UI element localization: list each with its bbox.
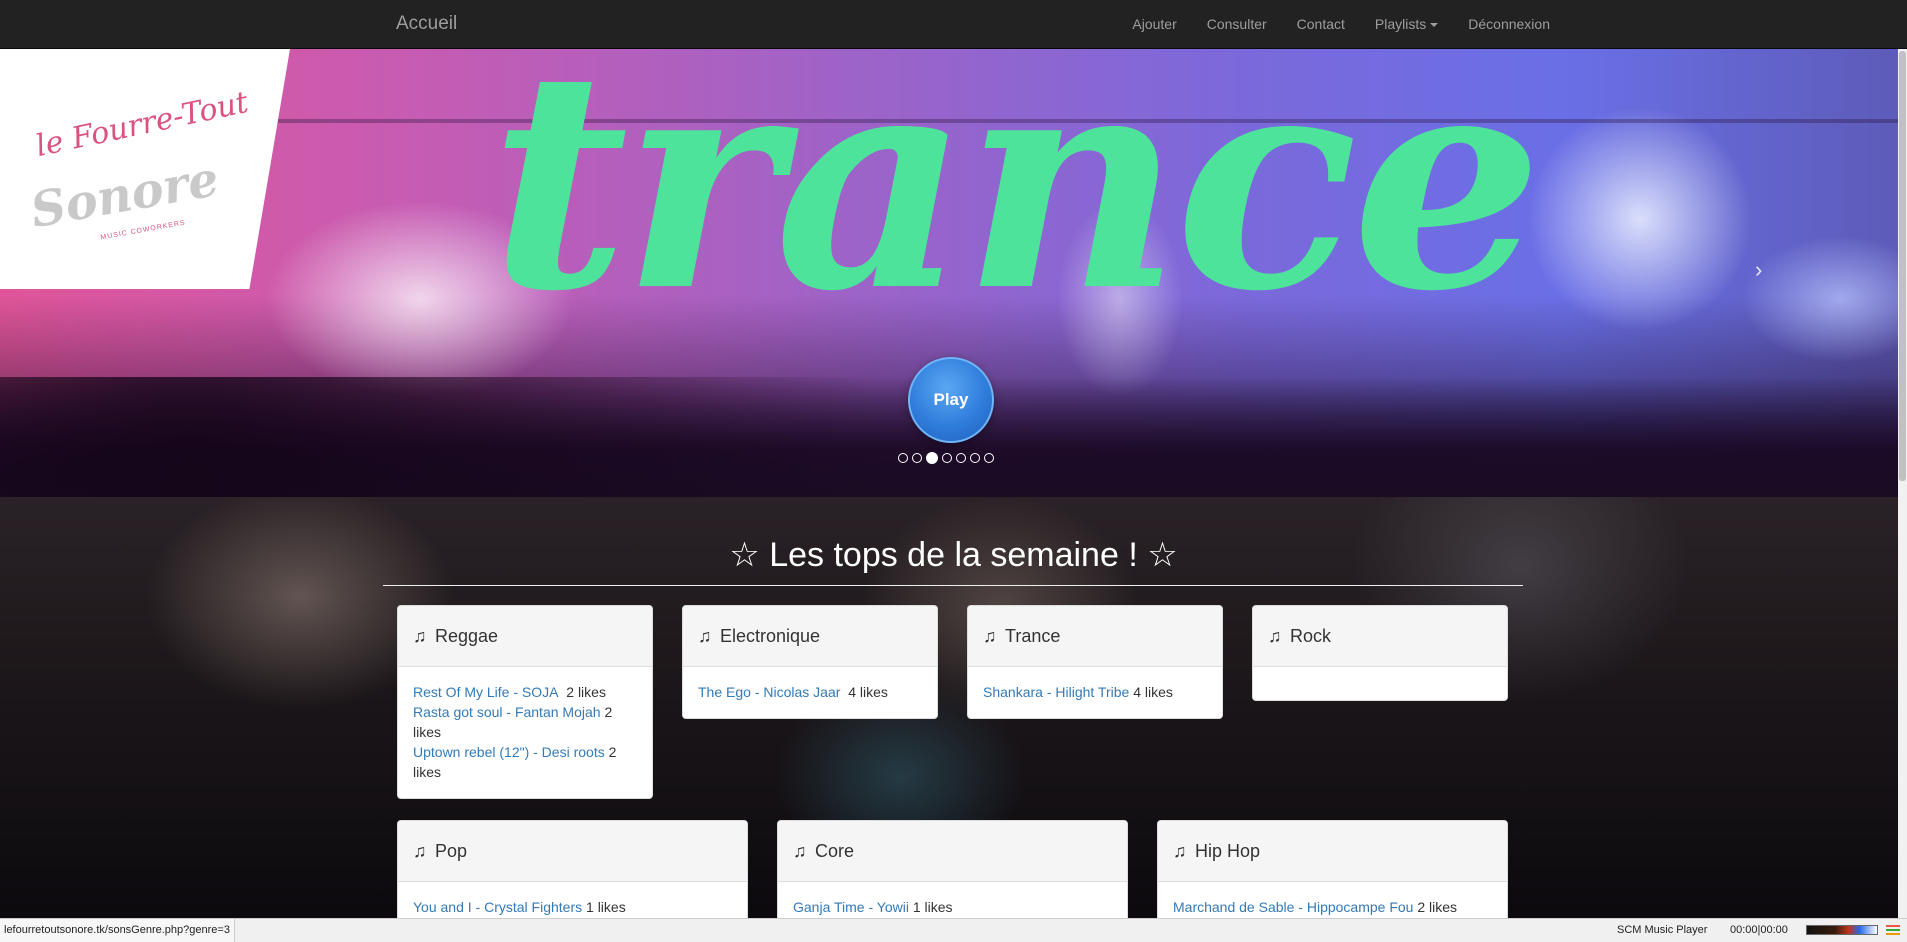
song-link[interactable]: Uptown rebel (12") - Desi roots [413, 744, 605, 760]
list-item: Shankara - Hilight Tribe 4 likes [983, 682, 1207, 702]
list-item: Uptown rebel (12") - Desi roots 2 likes [413, 742, 637, 782]
panel-body: Ganja Time - Yowii 1 likes [778, 882, 1127, 918]
top-navbar: Accueil Ajouter Consulter Contact Playli… [0, 0, 1907, 49]
like-count: 4 likes [848, 684, 888, 700]
list-item: The Ego - Nicolas Jaar 4 likes [698, 682, 922, 702]
panel-heading: ♫ Rock [1253, 606, 1507, 667]
panel-heading: ♫ Electronique [683, 606, 937, 667]
genre-name: Reggae [435, 626, 499, 646]
genre-panel-core: ♫ Core Ganja Time - Yowii 1 likes [777, 820, 1128, 918]
genre-name: Pop [435, 841, 468, 861]
caret-down-icon [1430, 23, 1439, 28]
genre-name: Core [815, 841, 855, 861]
list-item: You and I - Crystal Fighters 1 likes [413, 897, 732, 917]
genre-name: Electronique [720, 626, 821, 646]
playlist-icon[interactable] [1886, 923, 1900, 937]
list-item: Rest Of My Life - SOJA 2 likes [413, 682, 637, 702]
play-button[interactable]: Play [908, 357, 994, 443]
music-note-icon: ♫ [983, 626, 997, 646]
carousel-next-icon[interactable]: › [1755, 257, 1762, 283]
tops-divider [383, 585, 1523, 586]
music-note-icon: ♫ [1268, 626, 1282, 646]
carousel-indicator-dot[interactable] [942, 453, 952, 463]
list-item: Rasta got soul - Fantan Mojah 2 likes [413, 702, 637, 742]
nav-contact[interactable]: Contact [1282, 0, 1360, 49]
nav-playlists-label: Playlists [1374, 16, 1427, 32]
music-note-icon: ♫ [413, 626, 427, 646]
carousel-indicator-dot[interactable] [984, 453, 994, 463]
panel-heading: ♫ Trance [968, 606, 1222, 667]
song-link[interactable]: Shankara - Hilight Tribe [983, 684, 1129, 700]
song-link[interactable]: Rasta got soul - Fantan Mojah [413, 704, 601, 720]
song-link[interactable]: Rest Of My Life - SOJA [413, 684, 558, 700]
status-bar: lefourretoutsonore.tk/sonsGenre.php?genr… [0, 918, 1907, 942]
like-count: 1 likes [912, 899, 953, 915]
like-count: 2 likes [566, 684, 606, 700]
genre-name: Hip Hop [1195, 841, 1261, 861]
carousel-prev-icon[interactable]: ‹ [138, 257, 145, 283]
music-note-icon: ♫ [413, 841, 427, 861]
genre-panel-rock: ♫ Rock [1252, 605, 1508, 701]
music-player-time: 00:00|00:00 [1730, 924, 1788, 936]
nav-playlists-dropdown[interactable]: Playlists [1360, 0, 1453, 49]
list-item: Marchand de Sable - Hippocampe Fou 2 lik… [1173, 897, 1492, 917]
panel-heading: ♫ Hip Hop [1158, 821, 1507, 882]
carousel-indicators [898, 452, 994, 464]
carousel-indicator-dot[interactable] [970, 453, 980, 463]
genre-panel-pop: ♫ Pop You and I - Crystal Fighters 1 like… [397, 820, 748, 918]
genre-panel-trance: ♫ Trance Shankara - Hilight Tribe 4 likes [967, 605, 1223, 719]
genre-panel-hip-hop: ♫ Hip Hop Marchand de Sable - Hippocampe … [1157, 820, 1508, 918]
song-link[interactable]: Marchand de Sable - Hippocampe Fou [1173, 899, 1413, 915]
weekly-tops-section: ☆ Les tops de la semaine ! ☆ ♫ Reggae Res… [0, 497, 1907, 918]
panel-body: Shankara - Hilight Tribe 4 likes [968, 667, 1222, 712]
music-note-icon: ♫ [1173, 841, 1187, 861]
carousel-indicator-dot[interactable] [956, 453, 966, 463]
genre-name: Trance [1005, 626, 1061, 646]
carousel-indicator-dot[interactable] [926, 452, 938, 464]
music-player-name: SCM Music Player [1617, 924, 1708, 936]
nav-deconnexion[interactable]: Déconnexion [1453, 0, 1565, 49]
list-item: Ganja Time - Yowii 1 likes [793, 897, 1112, 917]
panel-heading: ♫ Core [778, 821, 1127, 882]
song-link[interactable]: The Ego - Nicolas Jaar [698, 684, 840, 700]
panel-body [1253, 667, 1507, 692]
music-note-icon: ♫ [698, 626, 712, 646]
like-count: 4 likes [1133, 684, 1173, 700]
panel-body: You and I - Crystal Fighters 1 likes [398, 882, 747, 918]
logo-text-top: le Fourre-Tout [32, 84, 252, 165]
genre-panel-reggae: ♫ Reggae Rest Of My Life - SOJA 2 likes R… [397, 605, 653, 799]
carousel-indicator-dot[interactable] [898, 453, 908, 463]
song-link[interactable]: You and I - Crystal Fighters [413, 899, 582, 915]
tops-heading: ☆ Les tops de la semaine ! ☆ [729, 536, 1178, 574]
genre-carousel: le Fourre-Tout Sonore MUSIC COWORKERS tr… [0, 49, 1907, 497]
panel-body: Rest Of My Life - SOJA 2 likes Rasta got… [398, 667, 652, 792]
panel-heading: ♫ Reggae [398, 606, 652, 667]
carousel-indicator-dot[interactable] [912, 453, 922, 463]
song-link[interactable]: Ganja Time - Yowii [793, 899, 909, 915]
site-logo[interactable]: le Fourre-Tout Sonore MUSIC COWORKERS [0, 49, 290, 289]
brand-home-link[interactable]: Accueil [396, 13, 457, 35]
like-count: 1 likes [586, 899, 626, 915]
like-count: 2 likes [1417, 899, 1458, 915]
nav-ajouter[interactable]: Ajouter [1117, 0, 1191, 49]
panel-body: Marchand de Sable - Hippocampe Fou 2 lik… [1158, 882, 1507, 918]
genre-panel-electronique: ♫ Electronique The Ego - Nicolas Jaar 4 l… [682, 605, 938, 719]
nav-links: Ajouter Consulter Contact Playlists Déco… [1117, 0, 1565, 49]
carousel-genre-title: trance [490, 49, 1543, 357]
panel-body: The Ego - Nicolas Jaar 4 likes [683, 667, 937, 712]
music-player-progress[interactable] [1806, 925, 1878, 935]
nav-consulter[interactable]: Consulter [1192, 0, 1282, 49]
status-url: lefourretoutsonore.tk/sonsGenre.php?genr… [0, 919, 235, 942]
logo-text-main: Sonore [26, 150, 223, 240]
genre-name: Rock [1290, 626, 1332, 646]
panel-heading: ♫ Pop [398, 821, 747, 882]
scrollbar-thumb[interactable] [1899, 51, 1906, 481]
music-note-icon: ♫ [793, 841, 807, 861]
